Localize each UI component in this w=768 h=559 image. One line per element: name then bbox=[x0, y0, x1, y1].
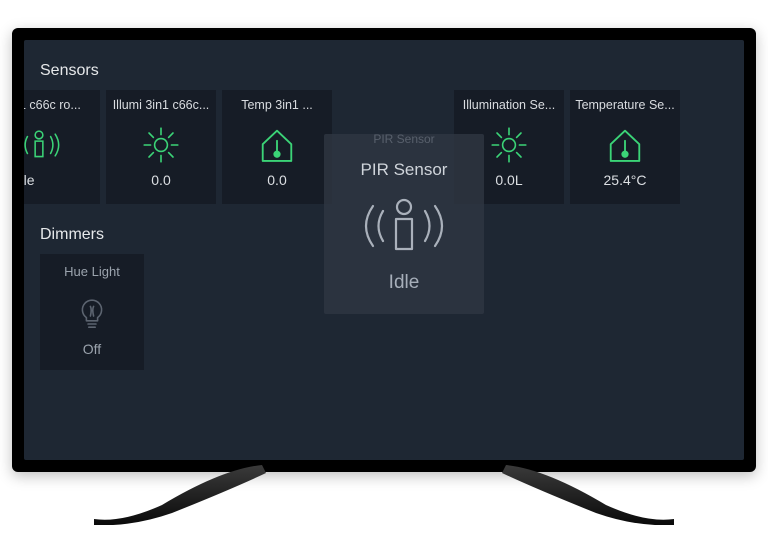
tv-stand-leg-left bbox=[92, 465, 282, 525]
popup-title: PIR Sensor bbox=[361, 160, 448, 180]
sensor-card-pir-partial[interactable]: n1 c66c ro... Idle bbox=[24, 90, 100, 204]
tv-frame: Sensors n1 c66c ro... bbox=[12, 28, 756, 472]
temp-house-icon bbox=[604, 120, 646, 170]
sun-icon bbox=[141, 120, 181, 170]
sensor-card-focused-pir[interactable]: PIR Sensor PIR Sensor Idle bbox=[324, 134, 484, 314]
sensor-card-title: Temp 3in1 ... bbox=[226, 98, 328, 112]
popup-value: Idle bbox=[389, 272, 420, 294]
sensors-section-title: Sensors bbox=[40, 62, 734, 80]
sensor-card-illumination-1[interactable]: Illumi 3in1 c66c... bbox=[106, 90, 216, 204]
sensor-card-value: Idle bbox=[24, 172, 96, 188]
sensor-card-value: 25.4°C bbox=[604, 172, 647, 188]
temp-house-icon bbox=[256, 120, 298, 170]
sun-icon bbox=[489, 120, 529, 170]
bulb-icon bbox=[76, 289, 108, 335]
sensor-card-temp-2[interactable]: Temperature Se... 25.4°C bbox=[570, 90, 680, 204]
dashboard-screen: Sensors n1 c66c ro... bbox=[24, 40, 744, 460]
popup-ghost-title: PIR Sensor bbox=[373, 132, 434, 146]
dimmer-card-title: Hue Light bbox=[64, 264, 120, 279]
sensor-card-value: 0.0 bbox=[267, 172, 286, 188]
sensor-card-title: Illumination Se... bbox=[458, 98, 560, 112]
sensor-card-temp-1[interactable]: Temp 3in1 ... 0.0 bbox=[222, 90, 332, 204]
sensor-card-title: Temperature Se... bbox=[574, 98, 676, 112]
dimmer-card-value: Off bbox=[83, 341, 101, 357]
tv-stand-leg-right bbox=[486, 465, 676, 525]
sensor-card-value: 0.0 bbox=[151, 172, 170, 188]
pir-icon bbox=[24, 120, 66, 170]
sensor-card-value: 0.0L bbox=[495, 172, 522, 188]
sensor-card-title: Illumi 3in1 c66c... bbox=[110, 98, 212, 112]
pir-icon bbox=[349, 186, 459, 266]
sensor-card-title: n1 c66c ro... bbox=[24, 98, 96, 112]
dimmer-card-hue[interactable]: Hue Light Off bbox=[40, 254, 144, 370]
